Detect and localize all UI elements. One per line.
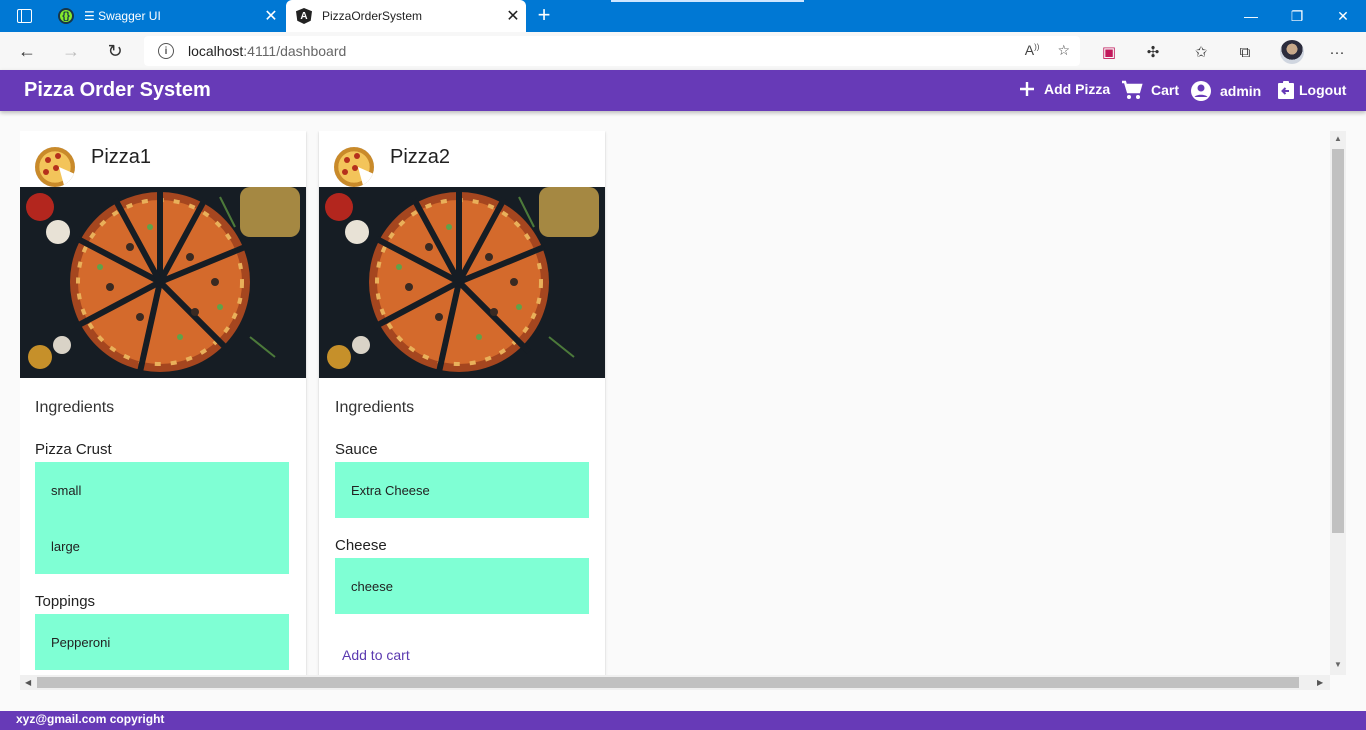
option-list-cheese: cheese xyxy=(335,558,589,614)
extensions-icon[interactable]: ✣ xyxy=(1142,41,1164,63)
swagger-favicon-icon: {} xyxy=(58,8,74,24)
dashboard-content[interactable]: Pizza1 Ingredients Pizza Crust small lar… xyxy=(20,131,1330,675)
browser-toolbar: ← → ↻ i localhost:4111/dashboard A)) ☆ ▣… xyxy=(0,32,1366,70)
cart-icon xyxy=(1121,80,1143,100)
card-header: Pizza2 xyxy=(319,131,605,187)
card-title: Pizza1 xyxy=(91,146,152,168)
profile-avatar[interactable] xyxy=(1280,40,1304,64)
logout-icon xyxy=(1277,80,1295,100)
pizza-card: Pizza1 Ingredients Pizza Crust small lar… xyxy=(20,131,306,675)
refresh-icon[interactable]: ↻ xyxy=(100,37,130,65)
site-info-icon[interactable]: i xyxy=(158,43,174,59)
tab-swagger[interactable]: {} ☰ Swagger UI ✕ xyxy=(48,0,284,32)
app-header: Pizza Order System Add Pizza Cart admin … xyxy=(0,70,1366,111)
option-item[interactable]: Pepperoni xyxy=(35,614,289,670)
pizza-avatar-icon xyxy=(334,147,374,187)
vertical-scroll-thumb[interactable] xyxy=(1332,149,1344,533)
pizza-image xyxy=(20,187,306,378)
angular-favicon-icon: A xyxy=(296,8,312,24)
favorites-icon[interactable]: ✩ xyxy=(1190,41,1212,63)
tab-drag-indicator xyxy=(611,0,804,2)
group-label-sauce: Sauce xyxy=(335,441,378,458)
tab-title: PizzaOrderSystem xyxy=(322,9,423,23)
logout-button[interactable]: Logout xyxy=(1277,80,1346,100)
group-label-pizza-crust: Pizza Crust xyxy=(35,441,112,458)
forward-icon[interactable]: → xyxy=(56,37,86,65)
restore-icon[interactable]: ❐ xyxy=(1274,0,1320,32)
tab-pizza-order-system[interactable]: A PizzaOrderSystem ✕ xyxy=(286,0,526,32)
vertical-scrollbar[interactable]: ▲ ▼ xyxy=(1330,131,1346,675)
option-list-sauce: Extra Cheese xyxy=(335,462,589,518)
ingredients-heading: Ingredients xyxy=(35,399,115,416)
window-close-icon[interactable]: ✕ xyxy=(1320,0,1366,32)
option-list-pizza-crust: small large xyxy=(35,462,289,574)
option-list-toppings: Pepperoni xyxy=(35,614,289,670)
option-item[interactable]: cheese xyxy=(335,558,589,614)
plus-icon xyxy=(1018,80,1036,98)
option-item[interactable]: small xyxy=(35,462,289,518)
collections-icon[interactable]: ⧉ xyxy=(1234,41,1256,63)
user-label: admin xyxy=(1220,83,1262,99)
extension-icon[interactable]: ▣ xyxy=(1098,41,1120,63)
pizza-avatar-icon xyxy=(35,147,75,187)
scroll-left-icon[interactable]: ◀ xyxy=(25,678,31,687)
address-bar[interactable]: i localhost:4111/dashboard A)) ☆ xyxy=(144,36,1080,66)
add-pizza-button[interactable]: Add Pizza xyxy=(1018,80,1110,98)
horizontal-scrollbar[interactable]: ◀ ▶ xyxy=(20,675,1330,690)
add-to-cart-button[interactable]: Add to cart xyxy=(342,647,410,663)
card-header: Pizza1 xyxy=(20,131,306,187)
more-options-icon[interactable]: ··· xyxy=(1326,41,1348,63)
card-title: Pizza2 xyxy=(390,146,451,168)
option-item[interactable]: Extra Cheese xyxy=(335,462,589,518)
account-circle-icon xyxy=(1190,80,1212,102)
url-host: localhost xyxy=(188,43,244,59)
tab-title: ☰ Swagger UI xyxy=(84,9,161,23)
url-path: :4111/dashboard xyxy=(243,43,347,59)
footer-text: xyz@gmail.com copyright xyxy=(16,712,165,726)
tab-actions-icon[interactable] xyxy=(10,6,38,26)
pizza-image xyxy=(319,187,605,378)
tab-close-icon[interactable]: ✕ xyxy=(500,6,526,26)
read-aloud-icon[interactable]: A)) xyxy=(1025,42,1040,59)
minimize-icon[interactable]: — xyxy=(1228,0,1274,32)
add-favorite-icon[interactable]: ☆ xyxy=(1057,42,1070,59)
logout-label: Logout xyxy=(1299,82,1347,98)
back-icon[interactable]: ← xyxy=(12,37,42,65)
user-menu-button[interactable]: admin xyxy=(1190,80,1261,102)
group-label-cheese: Cheese xyxy=(335,537,387,554)
cart-button[interactable]: Cart xyxy=(1121,80,1179,100)
browser-tab-strip: {} ☰ Swagger UI ✕ A PizzaOrderSystem ✕ +… xyxy=(0,0,1366,32)
add-pizza-label: Add Pizza xyxy=(1044,81,1111,97)
ingredients-heading: Ingredients xyxy=(335,399,415,416)
scroll-down-icon[interactable]: ▼ xyxy=(1334,661,1342,669)
tab-close-icon[interactable]: ✕ xyxy=(258,6,284,26)
group-label-toppings: Toppings xyxy=(35,593,96,610)
new-tab-icon[interactable]: + xyxy=(532,4,556,26)
option-item[interactable]: large xyxy=(35,518,289,574)
pizza-card: Pizza2 Ingredients Sauce Extra Cheese Ch… xyxy=(319,131,605,675)
app-title: Pizza Order System xyxy=(24,79,211,101)
scroll-right-icon[interactable]: ▶ xyxy=(1317,678,1323,687)
scroll-up-icon[interactable]: ▲ xyxy=(1334,135,1342,143)
app-footer: xyz@gmail.com copyright xyxy=(0,711,1366,730)
horizontal-scroll-thumb[interactable] xyxy=(37,677,1299,688)
cart-label: Cart xyxy=(1151,82,1180,98)
